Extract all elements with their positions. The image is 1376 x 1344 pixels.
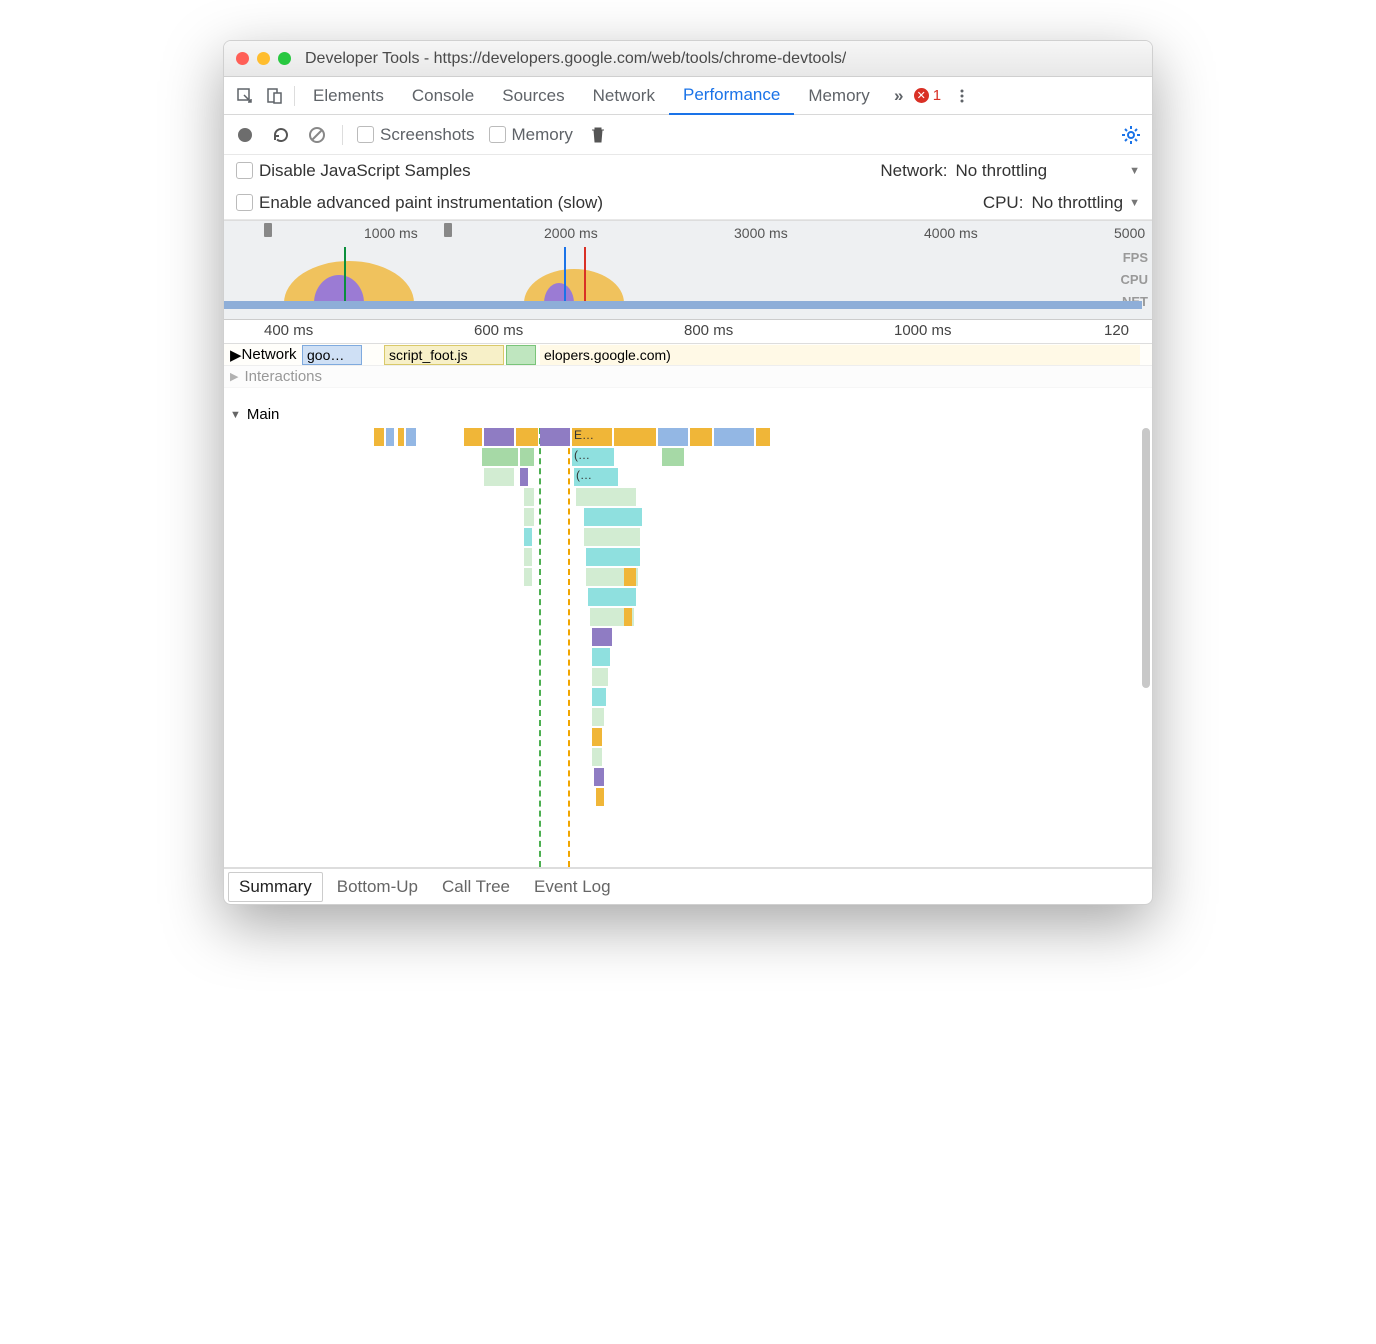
network-throttle: Network: No throttling ▼ xyxy=(880,161,1140,181)
tab-memory[interactable]: Memory xyxy=(794,77,883,114)
reload-icon[interactable] xyxy=(270,124,292,146)
network-value: No throttling xyxy=(955,161,1047,181)
minimize-icon[interactable] xyxy=(257,52,270,65)
close-icon[interactable] xyxy=(236,52,249,65)
overview-ticks: 1000 ms 2000 ms 3000 ms 4000 ms 5000 xyxy=(224,225,1152,241)
cpu-label: CPU: xyxy=(983,193,1024,213)
tabs-overflow-icon[interactable]: » xyxy=(884,86,914,106)
ruler-tick: 400 ms xyxy=(264,322,313,339)
inspect-icon[interactable] xyxy=(230,87,260,105)
dcl-marker xyxy=(539,428,541,867)
network-item[interactable]: elopers.google.com) xyxy=(540,345,1140,365)
tab-summary[interactable]: Summary xyxy=(228,872,323,902)
maximize-icon[interactable] xyxy=(278,52,291,65)
ruler-tick: 800 ms xyxy=(684,322,733,339)
memory-label: Memory xyxy=(512,125,573,144)
tab-call-tree[interactable]: Call Tree xyxy=(432,873,520,901)
network-throttle-dropdown[interactable]: No throttling ▼ xyxy=(955,161,1140,181)
disable-js-label: Disable JavaScript Samples xyxy=(259,161,471,180)
overview-tick: 3000 ms xyxy=(734,225,788,241)
tab-console[interactable]: Console xyxy=(398,77,488,114)
screenshots-checkbox[interactable]: Screenshots xyxy=(357,125,475,145)
error-count: 1 xyxy=(933,87,941,104)
interactions-label: Interactions xyxy=(244,368,322,385)
screenshots-label: Screenshots xyxy=(380,125,475,144)
overview-tick: 4000 ms xyxy=(924,225,978,241)
tab-performance[interactable]: Performance xyxy=(669,78,794,115)
main-tabbar: Elements Console Sources Network Perform… xyxy=(224,77,1152,115)
network-item[interactable] xyxy=(506,345,536,365)
cpu-throttle: CPU: No throttling ▼ xyxy=(983,193,1140,213)
detail-ruler[interactable]: 400 ms 600 ms 800 ms 1000 ms 120 xyxy=(224,320,1152,344)
expand-icon[interactable]: ▶ xyxy=(230,370,238,383)
disable-js-checkbox[interactable]: Disable JavaScript Samples xyxy=(236,161,471,181)
ruler-tick: 600 ms xyxy=(474,322,523,339)
error-icon: ✕ xyxy=(914,88,929,103)
separator xyxy=(342,125,343,145)
network-item[interactable]: script_foot.js xyxy=(384,345,504,365)
options-row-2: Enable advanced paint instrumentation (s… xyxy=(224,187,1152,220)
settings-icon[interactable] xyxy=(1120,124,1142,146)
tab-sources[interactable]: Sources xyxy=(488,77,578,114)
flame-event[interactable]: (… xyxy=(574,468,618,486)
clear-icon[interactable] xyxy=(306,124,328,146)
cpu-value: No throttling xyxy=(1031,193,1123,213)
enable-paint-label: Enable advanced paint instrumentation (s… xyxy=(259,193,603,212)
network-item[interactable]: goo… xyxy=(302,345,362,365)
expand-icon[interactable]: ▶ xyxy=(230,346,242,364)
tab-bottom-up[interactable]: Bottom-Up xyxy=(327,873,428,901)
load-marker xyxy=(568,428,570,867)
details-tabbar: Summary Bottom-Up Call Tree Event Log xyxy=(224,868,1152,904)
options-row-1: Disable JavaScript Samples Network: No t… xyxy=(224,155,1152,187)
cpu-throttle-dropdown[interactable]: No throttling ▼ xyxy=(1031,193,1140,213)
error-badge[interactable]: ✕ 1 xyxy=(914,87,941,104)
garbage-icon[interactable] xyxy=(587,124,609,146)
record-icon[interactable] xyxy=(234,124,256,146)
network-label: Network: xyxy=(880,161,947,181)
flame-body[interactable]: E… (… (… xyxy=(224,428,1138,867)
interactions-track[interactable]: ▶ Interactions xyxy=(224,366,1152,388)
devtools-window: Developer Tools - https://developers.goo… xyxy=(223,40,1153,905)
chevron-down-icon: ▼ xyxy=(1129,165,1140,177)
chevron-down-icon: ▼ xyxy=(1129,197,1140,209)
separator xyxy=(294,86,295,106)
tab-elements[interactable]: Elements xyxy=(299,77,398,114)
main-track-label: Main xyxy=(247,406,280,423)
memory-checkbox[interactable]: Memory xyxy=(489,125,573,145)
flame-event[interactable]: (… xyxy=(572,448,614,466)
tab-network[interactable]: Network xyxy=(579,77,669,114)
ruler-tick: 120 xyxy=(1104,322,1129,339)
collapse-icon[interactable]: ▼ xyxy=(230,409,241,421)
flame-event[interactable]: E… xyxy=(572,428,612,446)
window-title: Developer Tools - https://developers.goo… xyxy=(305,50,846,68)
overview-timeline[interactable]: 1000 ms 2000 ms 3000 ms 4000 ms 5000 FPS… xyxy=(224,220,1152,320)
flame-chart[interactable]: ▼ Main E… (… xyxy=(224,388,1152,868)
device-toggle-icon[interactable] xyxy=(260,87,290,105)
titlebar: Developer Tools - https://developers.goo… xyxy=(224,41,1152,77)
overview-tick: 2000 ms xyxy=(544,225,598,241)
network-label: Network xyxy=(242,346,297,363)
overview-tick: 5000 xyxy=(1114,225,1145,241)
kebab-menu-icon[interactable] xyxy=(947,88,977,104)
tab-event-log[interactable]: Event Log xyxy=(524,873,621,901)
enable-paint-checkbox[interactable]: Enable advanced paint instrumentation (s… xyxy=(236,193,603,213)
main-track-header[interactable]: ▼ Main xyxy=(224,406,279,423)
perf-toolbar: Screenshots Memory xyxy=(224,115,1152,155)
network-track[interactable]: ▶Network goo… script_foot.js elopers.goo… xyxy=(224,344,1152,366)
ruler-tick: 1000 ms xyxy=(894,322,952,339)
overview-tick: 1000 ms xyxy=(364,225,418,241)
overview-graph xyxy=(224,247,1152,309)
traffic-lights xyxy=(236,52,291,65)
scrollbar-thumb[interactable] xyxy=(1142,428,1150,688)
